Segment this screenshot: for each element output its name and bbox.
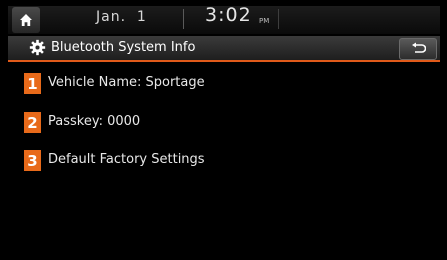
home-button[interactable] xyxy=(12,7,40,33)
list-item-passkey[interactable]: 2 Passkey: 0000 xyxy=(8,104,440,140)
page-title: Bluetooth System Info xyxy=(51,40,196,55)
back-arrow-icon xyxy=(412,42,426,53)
status-divider xyxy=(183,9,184,29)
item-label: Vehicle Name: Sportage xyxy=(48,75,205,90)
item-label: Passkey: 0000 xyxy=(48,114,141,129)
home-icon xyxy=(20,14,32,26)
time-display: 3:02 xyxy=(205,4,252,26)
item-number-badge: 3 xyxy=(24,150,41,171)
item-number-badge: 1 xyxy=(24,73,41,94)
head-unit-screen: Jan. 1 3:02 PM Bluetooth System Info 1 V… xyxy=(0,0,447,260)
gear-icon xyxy=(29,39,46,56)
item-number-badge: 2 xyxy=(24,112,41,133)
status-divider-right xyxy=(278,9,279,29)
list-item-default-factory-settings[interactable]: 3 Default Factory Settings xyxy=(8,142,440,178)
list-item-vehicle-name[interactable]: 1 Vehicle Name: Sportage xyxy=(8,65,440,101)
date-display: Jan. 1 xyxy=(96,9,147,25)
item-label: Default Factory Settings xyxy=(48,152,205,167)
back-button[interactable] xyxy=(399,38,437,60)
ampm-indicator: PM xyxy=(259,17,270,25)
